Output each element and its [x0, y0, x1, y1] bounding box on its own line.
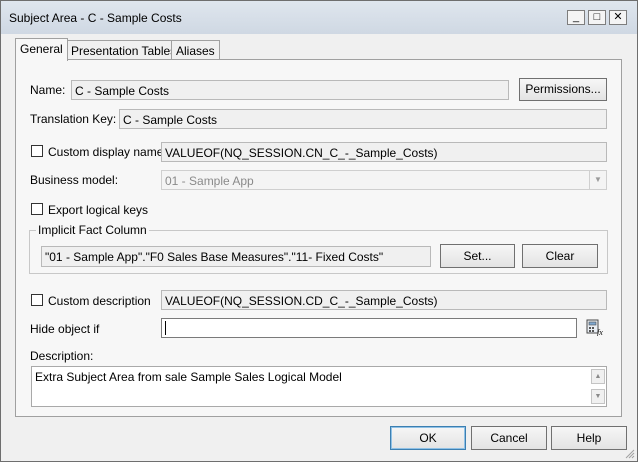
export-logical-keys-checkbox[interactable]	[31, 203, 43, 215]
tab-presentation-tables[interactable]: Presentation Tables	[66, 40, 182, 59]
business-model-label: Business model:	[30, 173, 119, 187]
custom-description-checkbox[interactable]	[31, 294, 43, 306]
close-button[interactable]: ✕	[609, 10, 627, 25]
minimize-button[interactable]: _	[567, 10, 585, 25]
tab-general[interactable]: General	[15, 38, 68, 61]
custom-display-name-field[interactable]: VALUEOF(NQ_SESSION.CN_C_-_Sample_Costs)	[161, 142, 607, 162]
general-panel: Name: C - Sample Costs Permissions... Tr…	[15, 59, 622, 417]
translation-key-field[interactable]: C - Sample Costs	[119, 109, 607, 129]
ok-button[interactable]: OK	[390, 426, 466, 450]
export-logical-keys-label: Export logical keys	[48, 203, 149, 217]
name-field[interactable]: C - Sample Costs	[71, 80, 509, 100]
tab-aliases-label: Aliases	[176, 44, 215, 58]
scroll-down-button[interactable]: ▼	[591, 389, 605, 404]
maximize-button[interactable]: □	[588, 10, 606, 25]
text-cursor	[165, 321, 166, 335]
permissions-button[interactable]: Permissions...	[519, 78, 607, 101]
tab-general-label: General	[20, 42, 63, 56]
custom-description-field[interactable]: VALUEOF(NQ_SESSION.CD_C_-_Sample_Costs)	[161, 290, 607, 310]
set-button[interactable]: Set...	[440, 244, 515, 268]
translation-key-label: Translation Key:	[30, 112, 117, 126]
resize-grip-icon[interactable]	[625, 448, 635, 459]
tab-presentation-tables-label: Presentation Tables	[71, 44, 177, 58]
business-model-value: 01 - Sample App	[165, 174, 254, 188]
description-textarea[interactable]: Extra Subject Area from sale Sample Sale…	[31, 366, 607, 407]
tab-aliases[interactable]: Aliases	[171, 40, 220, 59]
hide-object-if-input[interactable]	[161, 318, 577, 338]
window-title: Subject Area - C - Sample Costs	[9, 11, 182, 25]
minimize-icon: _	[572, 11, 580, 23]
help-button[interactable]: Help	[551, 426, 627, 450]
svg-text:fx: fx	[597, 328, 603, 336]
hide-object-if-label: Hide object if	[30, 322, 100, 336]
custom-display-name-checkbox[interactable]	[31, 145, 43, 157]
description-value: Extra Subject Area from sale Sample Sale…	[35, 370, 342, 384]
subject-area-dialog: Subject Area - C - Sample Costs _ □ ✕ Ge…	[0, 0, 638, 462]
name-label: Name:	[30, 83, 66, 97]
title-bar[interactable]: Subject Area - C - Sample Costs _ □ ✕	[1, 1, 637, 34]
description-label: Description:	[30, 349, 94, 363]
clear-button[interactable]: Clear	[522, 244, 598, 268]
chevron-down-icon[interactable]: ▼	[589, 171, 606, 189]
custom-display-name-label: Custom display name	[48, 145, 164, 159]
custom-description-label: Custom description	[48, 294, 151, 308]
scroll-up-button[interactable]: ▲	[591, 369, 605, 384]
maximize-icon: □	[593, 11, 601, 23]
implicit-fact-column-field[interactable]: "01 - Sample App"."F0 Sales Base Measure…	[41, 246, 431, 267]
expression-builder-icon[interactable]: fx	[586, 318, 604, 337]
close-icon: ✕	[613, 11, 623, 23]
cancel-button[interactable]: Cancel	[471, 426, 547, 450]
implicit-fact-column-label: Implicit Fact Column	[36, 223, 149, 237]
business-model-select[interactable]: 01 - Sample App ▼	[161, 170, 607, 190]
